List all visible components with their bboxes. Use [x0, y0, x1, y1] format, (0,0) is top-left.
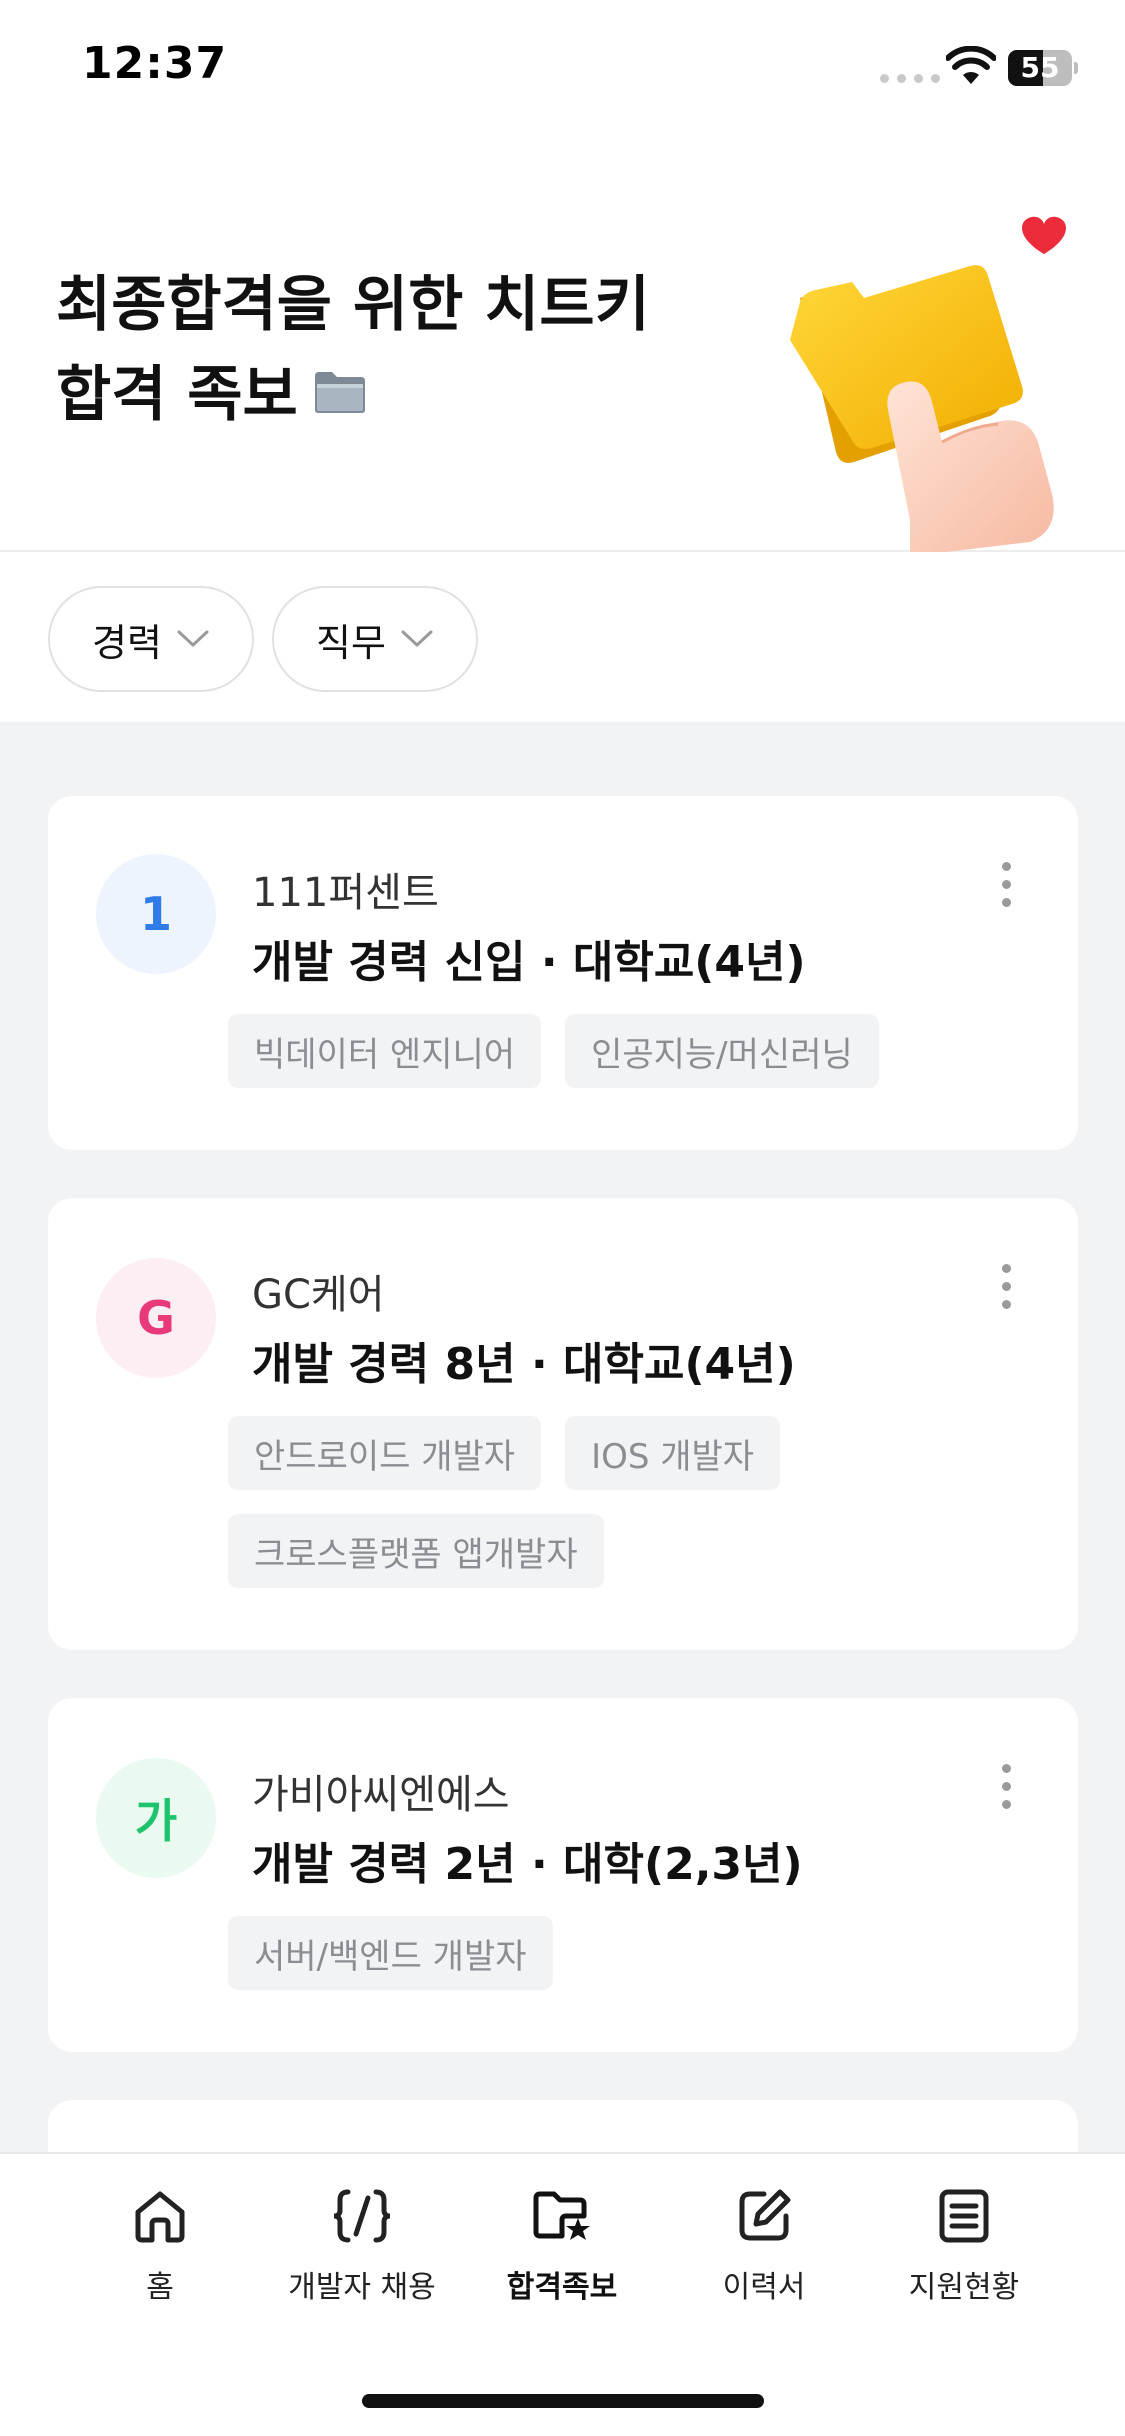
company-name: 가비아씨엔에스 — [252, 1772, 510, 1818]
job-tag: 크로스플랫폼 앱개발자 — [228, 1514, 604, 1588]
folder-emoji-icon — [314, 372, 365, 414]
career-info: 개발 경력 신입 · 대학교(4년) — [252, 937, 806, 988]
battery-icon: 55 — [1008, 50, 1078, 86]
wifi-icon — [946, 46, 996, 84]
filter-career-label: 경력 — [92, 620, 162, 665]
nav-label: 지원현황 — [908, 2270, 1020, 2305]
company-avatar: 1 — [96, 854, 216, 974]
chevron-down-icon — [401, 630, 433, 647]
nav-item-developer-jobs[interactable]: 개발자 채용 — [262, 2184, 462, 2314]
hero-banner: 최종합격을 위한 치트키 합격 족보 — [0, 140, 1125, 552]
pass-review-card[interactable]: 가 가비아씨엔에스 개발 경력 2년 · 대학(2,3년) 서버/백엔드 개발자 — [48, 1698, 1078, 2052]
job-tags: 빅데이터 엔지니어 인공지능/머신러닝 — [228, 1014, 1048, 1088]
chevron-down-icon — [177, 630, 209, 647]
code-icon — [333, 2189, 391, 2243]
cellular-signal-icon — [880, 74, 940, 83]
folder-hand-illustration — [790, 216, 1066, 552]
filter-job-dropdown[interactable]: 직무 — [272, 586, 478, 692]
pass-review-card[interactable]: G GC케어 개발 경력 8년 · 대학교(4년) 안드로이드 개발자 IOS … — [48, 1198, 1078, 1650]
nav-label: 홈 — [146, 2270, 174, 2305]
job-tag: IOS 개발자 — [565, 1416, 781, 1490]
status-time: 12:37 — [82, 38, 228, 89]
job-tag: 안드로이드 개발자 — [228, 1416, 542, 1490]
more-options-button[interactable] — [982, 1754, 1030, 1818]
job-tags: 서버/백엔드 개발자 — [228, 1916, 1048, 1990]
pass-review-list: 1 111퍼센트 개발 경력 신입 · 대학교(4년) 빅데이터 엔지니어 인공… — [0, 722, 1125, 2220]
career-info: 개발 경력 2년 · 대학(2,3년) — [252, 1839, 803, 1890]
nav-item-application-status[interactable]: 지원현황 — [864, 2184, 1064, 2314]
pass-review-card[interactable]: 1 111퍼센트 개발 경력 신입 · 대학교(4년) 빅데이터 엔지니어 인공… — [48, 796, 1078, 1150]
hero-title-line2: 합격 족보 — [56, 360, 298, 430]
job-tags: 안드로이드 개발자 IOS 개발자 크로스플랫폼 앱개발자 — [228, 1416, 1048, 1588]
nav-label: 합격족보 — [506, 2270, 618, 2305]
edit-icon — [739, 2189, 791, 2241]
company-avatar-letter: 가 — [134, 1794, 178, 1848]
document-list-icon — [939, 2189, 989, 2243]
job-tag: 빅데이터 엔지니어 — [228, 1014, 542, 1088]
more-options-button[interactable] — [982, 1254, 1030, 1318]
nav-item-resume[interactable]: 이력서 — [664, 2184, 864, 2314]
status-bar: 12:37 55 — [0, 0, 1125, 140]
company-avatar: 가 — [96, 1758, 216, 1878]
nav-label: 이력서 — [722, 2270, 806, 2305]
job-tag: 서버/백엔드 개발자 — [228, 1916, 553, 1990]
filter-job-label: 직무 — [316, 620, 386, 665]
nav-item-pass-review[interactable]: 합격족보 — [462, 2184, 662, 2314]
home-icon — [135, 2191, 185, 2243]
nav-item-home[interactable]: 홈 — [60, 2184, 260, 2314]
company-avatar-letter: 1 — [139, 887, 172, 941]
job-tag: 인공지능/머신러닝 — [565, 1014, 879, 1088]
company-name: GC케어 — [252, 1272, 385, 1318]
company-name: 111퍼센트 — [252, 870, 439, 916]
hero-title-line1: 최종합격을 위한 치트키 — [56, 270, 650, 340]
home-indicator — [362, 2394, 764, 2408]
nav-label: 개발자 채용 — [288, 2270, 436, 2305]
company-avatar: G — [96, 1258, 216, 1378]
filter-bar: 경력 직무 — [0, 554, 1125, 722]
folder-star-icon — [533, 2191, 590, 2240]
filter-career-dropdown[interactable]: 경력 — [48, 586, 254, 692]
page-title: 최종합격을 위한 치트키 합격 족보 — [56, 260, 650, 440]
battery-percent: 55 — [1020, 51, 1060, 84]
screen: 12:37 55 최종합격을 위한 치트키 합격 족보 경력 직무 1 111퍼… — [0, 0, 1125, 2436]
company-avatar-letter: G — [137, 1291, 175, 1345]
career-info: 개발 경력 8년 · 대학교(4년) — [252, 1339, 796, 1390]
more-options-button[interactable] — [982, 852, 1030, 916]
